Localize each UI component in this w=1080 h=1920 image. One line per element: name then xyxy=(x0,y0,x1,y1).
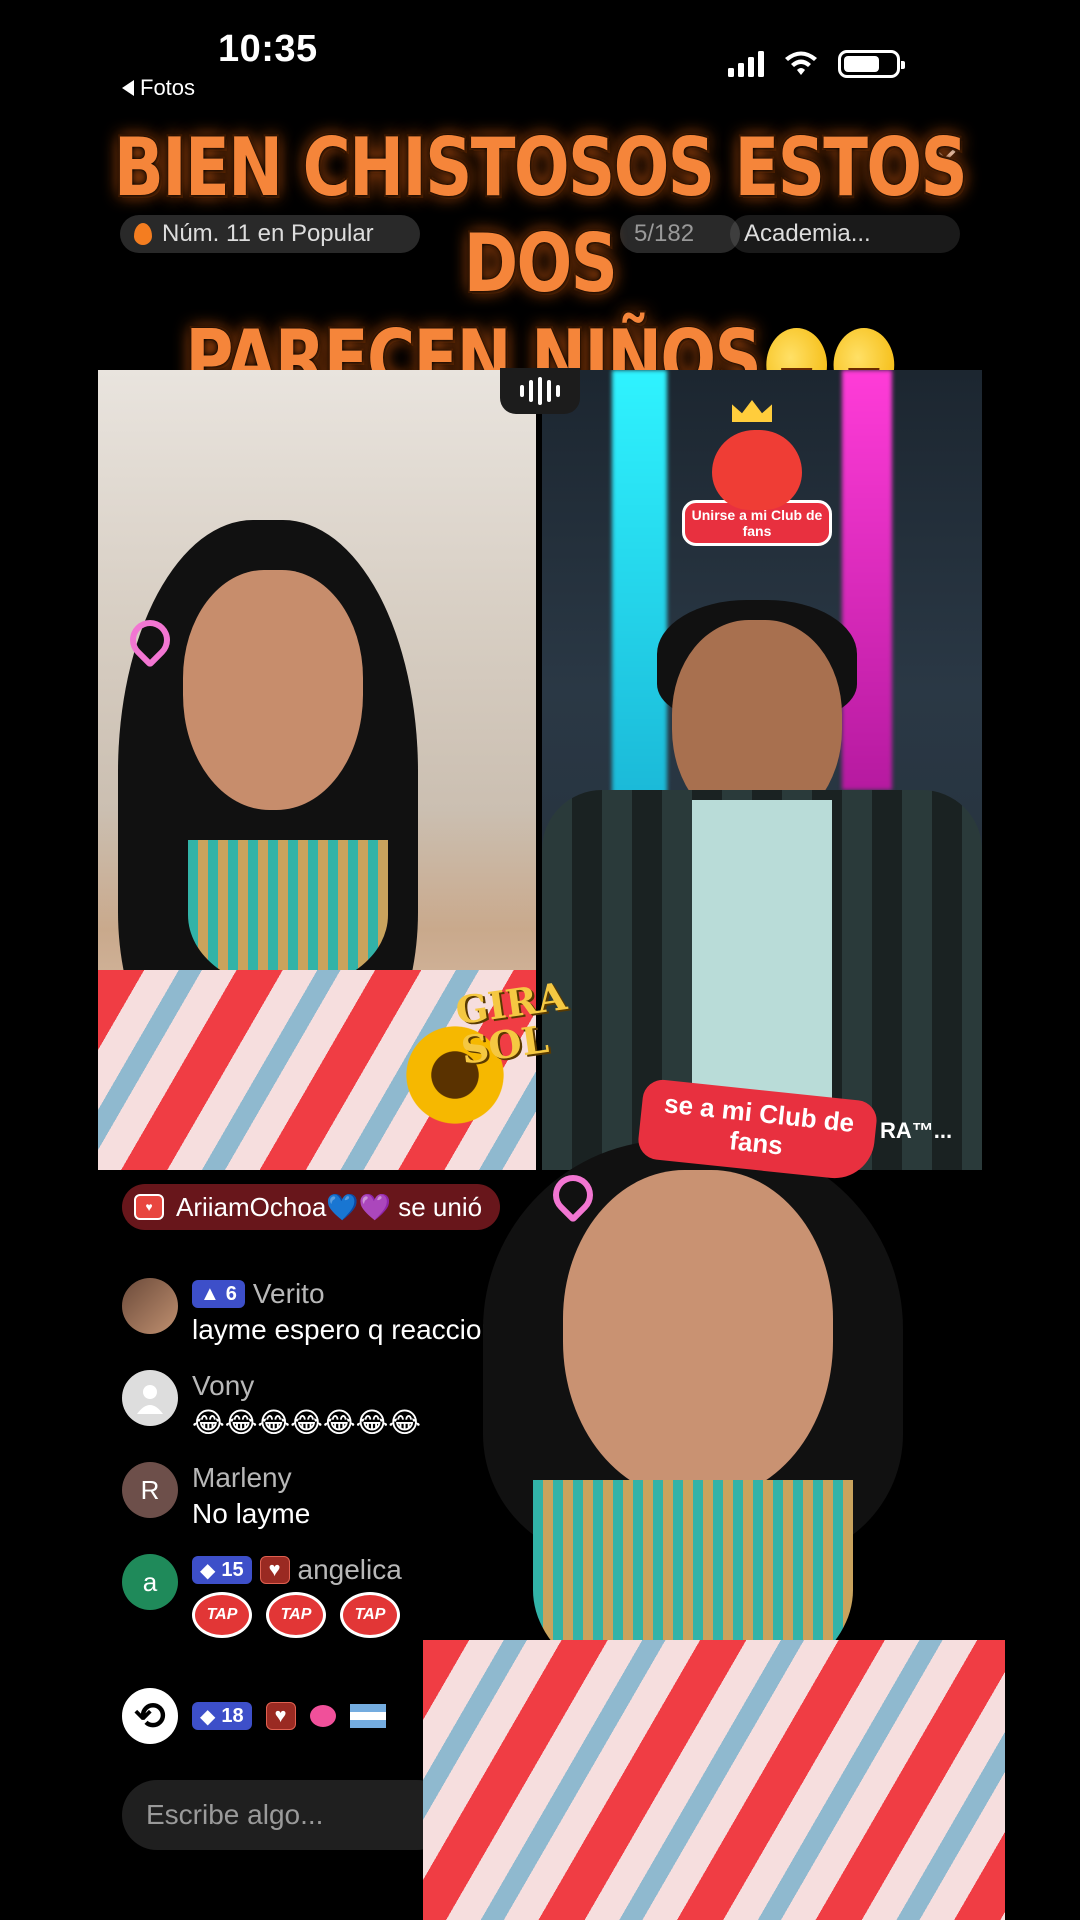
level-heart-icon: ♥ xyxy=(134,1194,164,1220)
back-to-photos-link[interactable]: Fotos xyxy=(122,75,195,101)
chat-username[interactable]: Verito xyxy=(253,1278,325,1310)
comment-placeholder: Escribe algo... xyxy=(146,1799,324,1830)
fanclub-heart-badge-icon: ♥ xyxy=(265,1702,296,1730)
status-icons xyxy=(728,50,905,78)
comment-input[interactable]: Escribe algo... xyxy=(122,1780,452,1850)
fanclub-join-badge[interactable]: Unirse a mi Club de fans xyxy=(682,400,832,546)
crown-icon xyxy=(732,400,772,422)
greenscreen-overlay-person xyxy=(423,1100,1005,1920)
level-badge: ◆ 18 xyxy=(192,1702,252,1730)
chat-username[interactable]: Vony xyxy=(192,1370,254,1402)
girasol-text: GIRA SOL xyxy=(452,973,570,1073)
bottom-strip: ⟲ ◆ 18 ♥ xyxy=(122,1688,386,1744)
repost-icon[interactable]: ⟲ xyxy=(122,1688,178,1744)
battery-icon xyxy=(838,50,905,78)
signal-icon xyxy=(728,51,764,77)
back-label: Fotos xyxy=(140,75,196,100)
chat-message[interactable]: a ◆ 15 ♥ angelica TAP TAP TAP xyxy=(122,1554,402,1638)
tap-sticker-icon: TAP xyxy=(192,1592,252,1638)
level-badge: ▲ 6 xyxy=(192,1280,245,1308)
chat-message[interactable]: R Marleny No layme xyxy=(122,1462,310,1530)
tap-stickers: TAP TAP TAP xyxy=(192,1592,402,1638)
avatar[interactable]: a xyxy=(122,1554,178,1610)
argentina-flag-icon xyxy=(349,1704,386,1728)
girasol-sticker: GIRA SOL xyxy=(453,973,618,1090)
chat-username[interactable]: Marleny xyxy=(192,1462,292,1494)
chat-username[interactable]: angelica xyxy=(298,1554,402,1586)
wifi-icon xyxy=(785,51,817,75)
avatar[interactable] xyxy=(122,1370,178,1426)
video-caption: BIEN CHISTOSOS ESTOS DOS PARECEN NIÑOS xyxy=(97,120,983,408)
level-badge: ◆ 15 xyxy=(192,1556,252,1584)
heart-mascot-icon xyxy=(712,430,802,510)
audio-wave-icon[interactable] xyxy=(500,368,580,414)
fanclub-heart-badge-icon: ♥ xyxy=(259,1556,290,1584)
caption-line-1: BIEN CHISTOSOS ESTOS DOS xyxy=(113,121,968,310)
status-time: 10:35 xyxy=(218,28,318,70)
chat-message[interactable]: Vony 😂😂😂😂😂😂😂 xyxy=(122,1370,421,1439)
pink-hearts-icon xyxy=(309,1705,336,1727)
avatar[interactable] xyxy=(122,1278,178,1334)
chat-text: 😂😂😂😂😂😂😂 xyxy=(192,1407,422,1438)
avatar[interactable]: R xyxy=(122,1462,178,1518)
chat-text: No layme xyxy=(192,1498,311,1529)
tap-sticker-icon: TAP xyxy=(266,1592,326,1638)
back-arrow-icon xyxy=(122,80,134,96)
default-avatar-icon xyxy=(137,1385,163,1414)
tap-sticker-icon: TAP xyxy=(340,1592,400,1638)
